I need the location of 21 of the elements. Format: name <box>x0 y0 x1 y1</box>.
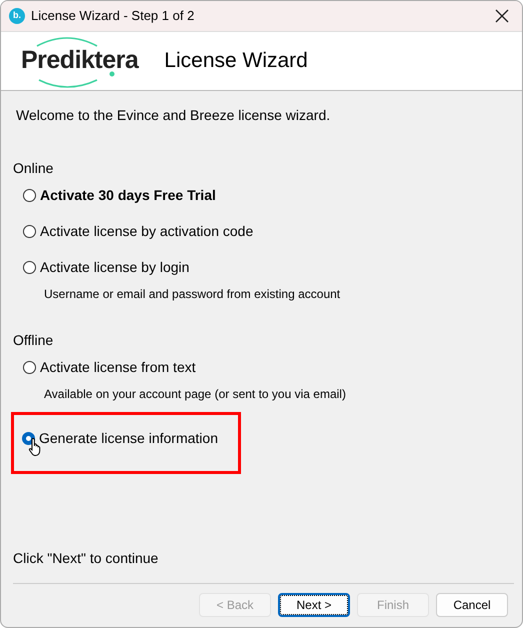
radio-option[interactable]: Activate 30 days Free Trial <box>23 185 216 206</box>
group-label: Online <box>13 159 54 178</box>
intro-text: Welcome to the Evince and Breeze license wizard. <box>16 106 332 125</box>
close-icon <box>495 9 509 23</box>
hint-text: Available on your account page (or sent to you via email) <box>44 386 347 403</box>
logo: Prediktera <box>17 36 142 86</box>
radio-option[interactable]: Activate license by login <box>23 257 190 278</box>
radio-option[interactable]: Activate license by activation code <box>23 221 254 242</box>
hint-text: Username or email and password from existing account <box>44 286 342 303</box>
wizard-button[interactable]: Cancel <box>436 593 508 617</box>
window-title: License Wizard - Step 1 of 2 <box>31 7 194 26</box>
hint-text: Click "Next" to continue <box>13 549 160 568</box>
header-title: License Wizard <box>164 48 308 74</box>
radio-button[interactable] <box>23 361 36 374</box>
radio-button[interactable] <box>23 189 36 202</box>
app-icon: b. <box>9 8 25 24</box>
radio-button[interactable] <box>23 261 36 274</box>
group-label: Offline <box>13 331 54 350</box>
radio-option[interactable]: Activate license from text <box>23 357 196 378</box>
wizard-button[interactable]: Next > <box>278 593 350 617</box>
radio-button[interactable] <box>23 225 36 238</box>
